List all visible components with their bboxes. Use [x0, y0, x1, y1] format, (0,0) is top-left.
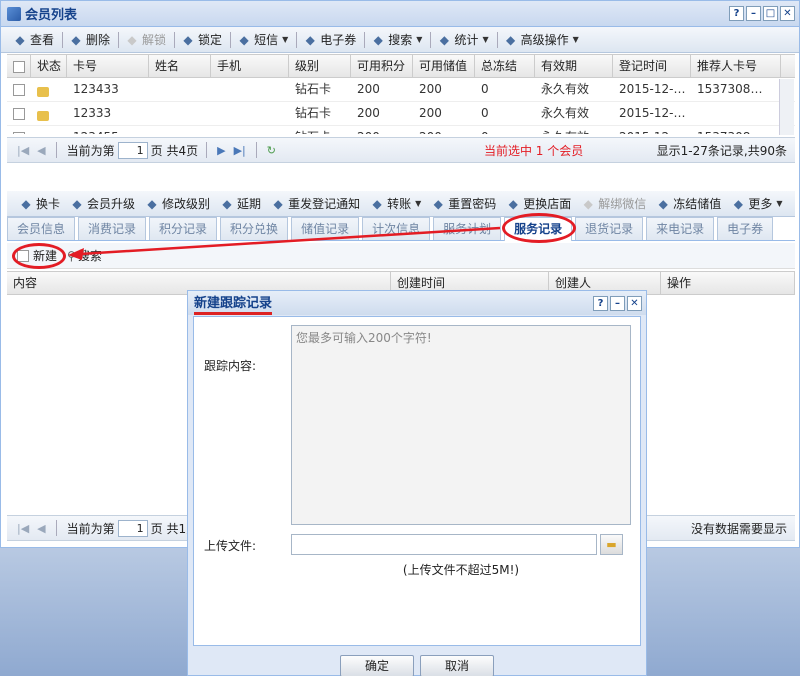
highlight-arrow — [68, 226, 501, 260]
